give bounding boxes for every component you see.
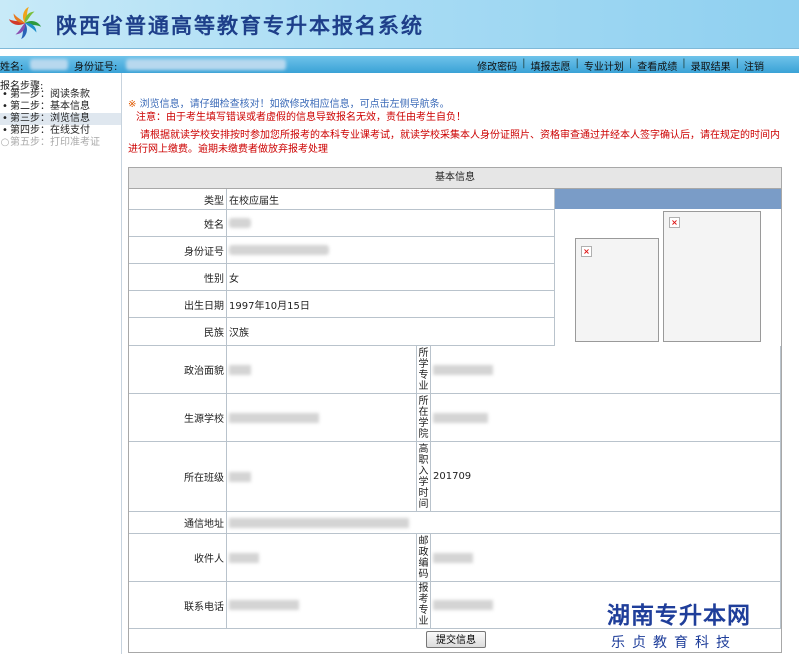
name-label: 姓名:	[0, 62, 24, 73]
submit-button[interactable]: 提交信息	[426, 631, 486, 648]
id-field-label: 身份证号	[129, 237, 227, 264]
nav-admission-result[interactable]: 录取结果	[686, 58, 736, 73]
step-online-payment[interactable]: • 第四步：在线支付	[0, 125, 121, 137]
address-label: 通信地址	[129, 512, 227, 534]
political-redacted	[229, 364, 251, 375]
watermark-subtitle: 乐贞教育科技	[611, 635, 737, 651]
name-field-label: 姓名	[129, 210, 227, 237]
school-redacted	[229, 412, 319, 423]
gender-label: 性别	[129, 264, 227, 291]
step-browse-info[interactable]: • 第三步：浏览信息	[0, 113, 121, 125]
step-label: 第一步：阅读条款	[10, 89, 90, 100]
step-print-ticket: ○第五步：打印准考证	[0, 137, 121, 149]
postcode-label: 邮政编码	[417, 534, 431, 582]
id-redacted	[229, 245, 329, 255]
id-label: 身份证号:	[74, 62, 118, 73]
nav-view-scores[interactable]: 查看成绩	[632, 58, 682, 73]
steps-sidebar: 报名步骤: • 第一步：阅读条款 • 第二步：基本信息 • 第三步：浏览信息 • 第四步…	[0, 73, 122, 654]
recipient-redacted	[229, 552, 259, 563]
enroll-value: 201709	[431, 442, 781, 512]
college-label: 所在学院	[417, 394, 431, 442]
birth-value: 1997年10月15日	[227, 291, 555, 318]
recipient-label: 收件人	[129, 534, 227, 582]
major-value	[431, 346, 781, 394]
step-label: 第五步：打印准考证	[10, 137, 100, 148]
major-label: 所学专业	[417, 346, 431, 394]
enroll-label: 高职入学时间	[417, 442, 431, 512]
candidate-photo: ×	[663, 211, 761, 342]
photo-header	[555, 189, 781, 209]
id-photo: ×	[575, 238, 659, 342]
nav-major-plan[interactable]: 专业计划	[579, 58, 629, 73]
address-value	[227, 512, 781, 534]
step-read-terms[interactable]: • 第一步：阅读条款	[0, 89, 121, 101]
bullet-icon: •	[2, 89, 8, 100]
app-title: 陕西省普通高等教育专升本报名系统	[56, 13, 424, 38]
major-redacted	[433, 364, 493, 375]
school-label: 生源学校	[129, 394, 227, 442]
panel-heading: 基本信息	[129, 168, 781, 189]
ethnic-value: 汉族	[227, 318, 555, 346]
exam-major-label: 报考专业	[417, 582, 431, 629]
political-value	[227, 346, 417, 394]
class-value	[227, 442, 417, 512]
gender-value: 女	[227, 264, 555, 291]
type-label: 类型	[129, 189, 227, 210]
class-redacted	[229, 471, 251, 482]
bullet-icon: •	[2, 101, 8, 112]
exam-major-redacted	[433, 600, 493, 610]
broken-image-icon: ×	[581, 246, 592, 257]
nav-fill-choices[interactable]: 填报志愿	[526, 58, 576, 73]
id-value-redacted	[126, 59, 286, 70]
phone-redacted	[229, 600, 299, 610]
circle-bullet-icon: ○	[0, 137, 10, 148]
phone-label: 联系电话	[129, 582, 227, 629]
top-nav: 修改密码 | 填报志愿 | 专业计划 | 查看成绩 | 录取结果 | 注销	[472, 58, 769, 73]
name-redacted	[229, 218, 251, 228]
id-field-value	[227, 237, 555, 264]
broken-image-icon: ×	[669, 217, 680, 228]
postcode-redacted	[433, 552, 473, 563]
address-redacted	[229, 517, 409, 528]
basic-info-panel: 基本信息 类型 在校应届生 姓名 身份证号 性别 女 出生日期 1997年10月…	[128, 167, 782, 653]
payment-notice: 请根据就读学校安排按时参加您所报考的本科专业课考试，就读学校采集本人身份证照片、…	[128, 130, 780, 155]
name-value-redacted	[30, 59, 68, 70]
ethnic-label: 民族	[129, 318, 227, 346]
class-label: 所在班级	[129, 442, 227, 512]
watermark-title: 湖南专升本网	[607, 603, 751, 629]
nav-logout[interactable]: 注销	[739, 58, 769, 73]
warning-notice: 注意：由于考生填写错误或者虚假的信息导致报名无效，责任由考生自负！	[136, 112, 466, 123]
bullet-icon: •	[2, 125, 8, 136]
step-basic-info[interactable]: • 第二步：基本信息	[0, 101, 121, 113]
step-label: 第三步：浏览信息	[10, 113, 90, 124]
college-value	[431, 394, 781, 442]
header-banner: 陕西省普通高等教育专升本报名系统	[0, 0, 799, 49]
type-value: 在校应届生	[227, 189, 555, 210]
college-redacted	[433, 412, 488, 423]
name-field-value	[227, 210, 555, 237]
birth-label: 出生日期	[129, 291, 227, 318]
nav-change-password[interactable]: 修改密码	[472, 58, 522, 73]
postcode-value	[431, 534, 781, 582]
political-label: 政治面貌	[129, 346, 227, 394]
user-info-bar: 姓名: 身份证号: 修改密码 | 填报志愿 | 专业计划 | 查看成绩 | 录取…	[0, 56, 799, 73]
school-value	[227, 394, 417, 442]
phone-value	[227, 582, 417, 629]
step-label: 第二步：基本信息	[10, 101, 90, 112]
bullet-icon: •	[2, 113, 8, 124]
pinwheel-logo-icon	[8, 6, 42, 40]
recipient-value	[227, 534, 417, 582]
step-label: 第四步：在线支付	[10, 125, 90, 136]
